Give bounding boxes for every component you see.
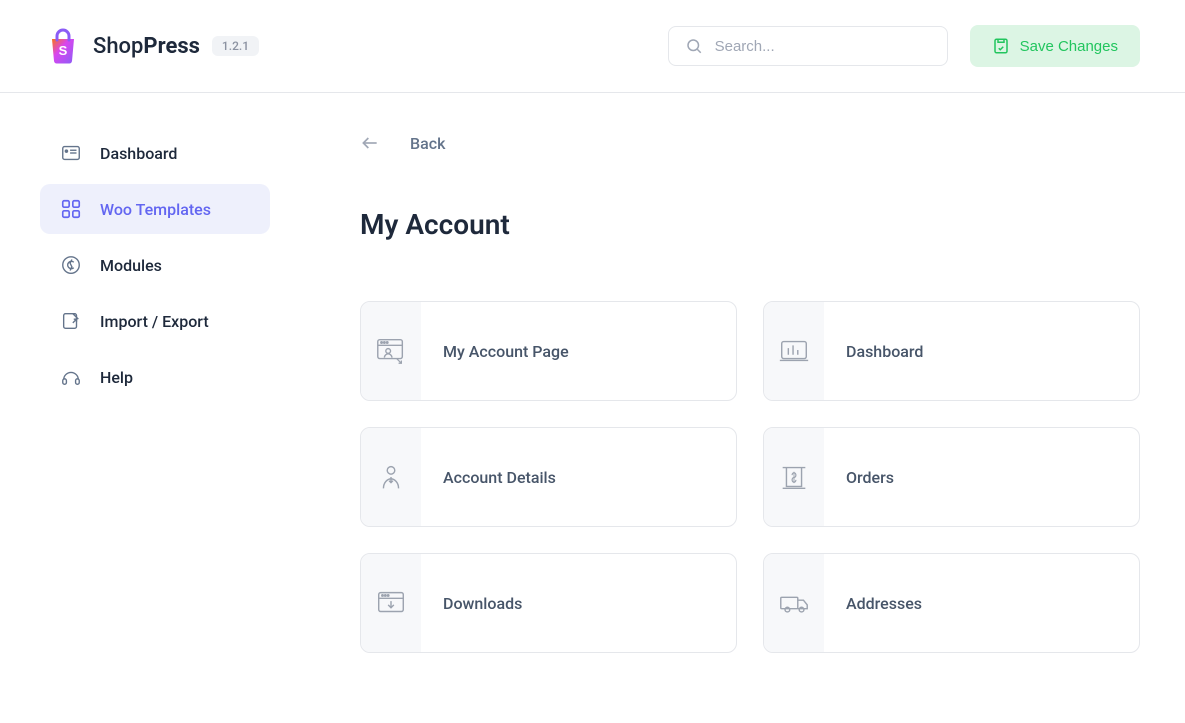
tile-label: Downloads — [421, 594, 522, 613]
shoppress-logo-icon: S — [45, 28, 81, 64]
logo-text: ShopPress — [93, 34, 200, 59]
header: S ShopPress 1.2.1 Save Changes — [0, 0, 1185, 93]
tile-label: My Account Page — [421, 342, 569, 361]
sidebar-item-import-export[interactable]: Import / Export — [40, 296, 270, 346]
arrow-left-icon — [360, 133, 380, 153]
sidebar-item-label: Dashboard — [100, 144, 177, 163]
grid-icon — [60, 198, 82, 220]
tile-grid: My Account Page Dashboard — [360, 301, 1140, 653]
tile-my-account-page[interactable]: My Account Page — [360, 301, 737, 401]
sidebar-item-help[interactable]: Help — [40, 352, 270, 402]
dashboard-icon — [60, 142, 82, 164]
tile-label: Addresses — [824, 594, 922, 613]
tile-dashboard[interactable]: Dashboard — [763, 301, 1140, 401]
tile-addresses[interactable]: Addresses — [763, 553, 1140, 653]
sidebar-item-label: Modules — [100, 256, 162, 275]
tile-icon-box — [361, 428, 421, 526]
dashboard-tile-icon — [777, 334, 811, 368]
back-label: Back — [410, 134, 445, 153]
tile-orders[interactable]: Orders — [763, 427, 1140, 527]
tile-icon-box — [764, 554, 824, 652]
search-box[interactable] — [668, 26, 948, 66]
modules-icon — [60, 254, 82, 276]
logo-shop: Shop — [93, 34, 143, 59]
logo-press: Press — [143, 34, 200, 59]
downloads-icon — [374, 586, 408, 620]
sidebar-item-label: Import / Export — [100, 312, 209, 331]
content: Back My Account My Account Page — [300, 93, 1185, 653]
save-icon — [992, 37, 1010, 55]
orders-icon — [777, 460, 811, 494]
tile-label: Dashboard — [824, 342, 923, 361]
account-details-icon — [374, 460, 408, 494]
page-title: My Account — [360, 208, 1140, 241]
save-button-label: Save Changes — [1020, 38, 1118, 55]
sidebar-item-dashboard[interactable]: Dashboard — [40, 128, 270, 178]
tile-label: Orders — [824, 468, 894, 487]
tile-icon-box — [764, 428, 824, 526]
tile-account-details[interactable]: Account Details — [360, 427, 737, 527]
sidebar-item-modules[interactable]: Modules — [40, 240, 270, 290]
tile-downloads[interactable]: Downloads — [360, 553, 737, 653]
sidebar-item-label: Woo Templates — [100, 200, 211, 219]
header-right: Save Changes — [668, 25, 1140, 67]
header-left: S ShopPress 1.2.1 — [45, 28, 259, 64]
main-layout: Dashboard Woo Templates Modules Import /… — [0, 93, 1185, 653]
import-export-icon — [60, 310, 82, 332]
addresses-icon — [777, 586, 811, 620]
sidebar-item-label: Help — [100, 368, 133, 387]
help-icon — [60, 366, 82, 388]
svg-text:S: S — [59, 43, 68, 58]
search-input[interactable] — [715, 38, 931, 55]
save-changes-button[interactable]: Save Changes — [970, 25, 1140, 67]
search-icon — [685, 37, 703, 55]
version-badge: 1.2.1 — [212, 36, 259, 56]
tile-label: Account Details — [421, 468, 556, 487]
sidebar-item-woo-templates[interactable]: Woo Templates — [40, 184, 270, 234]
back-link[interactable]: Back — [360, 133, 1140, 153]
account-page-icon — [374, 334, 408, 368]
tile-icon-box — [361, 554, 421, 652]
tile-icon-box — [361, 302, 421, 400]
sidebar: Dashboard Woo Templates Modules Import /… — [0, 93, 300, 653]
tile-icon-box — [764, 302, 824, 400]
